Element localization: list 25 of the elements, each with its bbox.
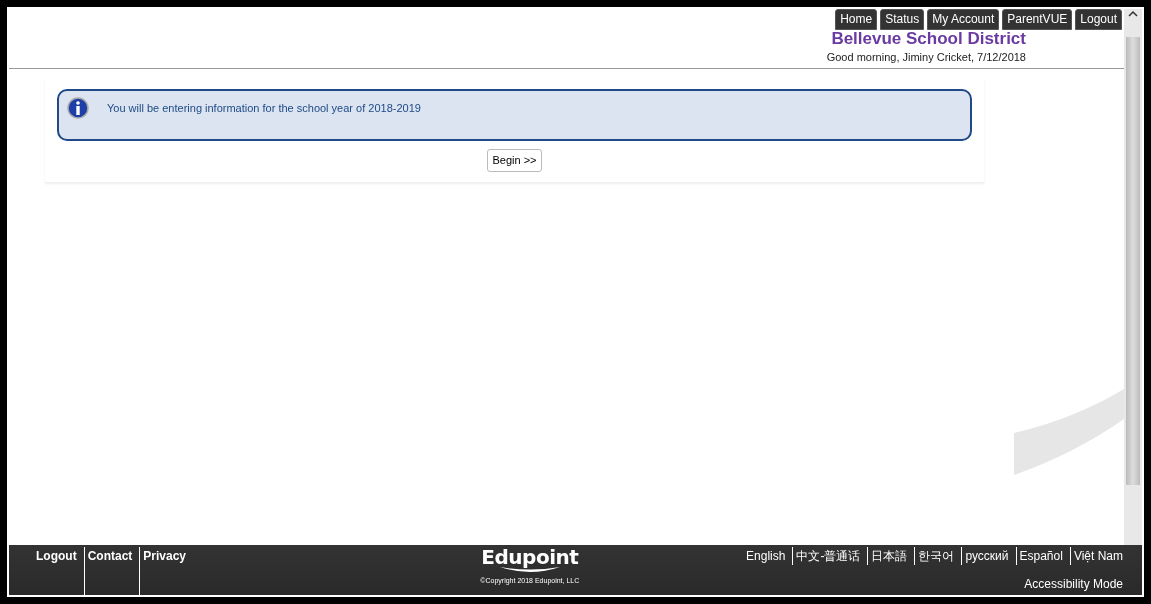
language-link[interactable]: русский <box>961 547 1012 565</box>
footer-link[interactable]: Contact <box>83 547 136 595</box>
footer-link[interactable]: Privacy <box>139 547 190 595</box>
footer-link[interactable]: Logout <box>33 547 80 595</box>
district-name: Bellevue School District <box>831 30 1026 49</box>
info-icon <box>67 97 89 120</box>
nav-tab[interactable]: Logout <box>1075 9 1122 31</box>
language-link[interactable]: 한국어 <box>914 547 958 565</box>
scroll-up-icon[interactable] <box>1127 9 1139 19</box>
accessibility-mode-link[interactable]: Accessibility Mode <box>1021 575 1126 593</box>
edupoint-logo: Edupoint <box>481 547 579 567</box>
nav-tab[interactable]: Status <box>880 9 925 31</box>
begin-button[interactable]: Begin >> <box>487 149 542 172</box>
nav-tab[interactable]: ParentVUE <box>1002 9 1073 31</box>
nav-tab[interactable]: Home <box>835 9 878 31</box>
language-link[interactable]: Việt Nam <box>1069 547 1126 565</box>
scrollbar[interactable] <box>1124 9 1142 545</box>
nav-tab[interactable]: My Account <box>927 9 1000 31</box>
language-link[interactable]: 中文-普通话 <box>792 547 864 565</box>
language-link[interactable]: 日本語 <box>867 547 911 565</box>
language-link[interactable]: English <box>743 547 789 565</box>
greeting-text: Good morning, Jiminy Cricket, 7/12/2018 <box>826 49 1026 65</box>
language-link[interactable]: Español <box>1015 547 1066 565</box>
info-message: You will be entering information for the school year of 2018-2019 <box>107 101 421 117</box>
logo-swoosh-icon <box>499 567 560 574</box>
